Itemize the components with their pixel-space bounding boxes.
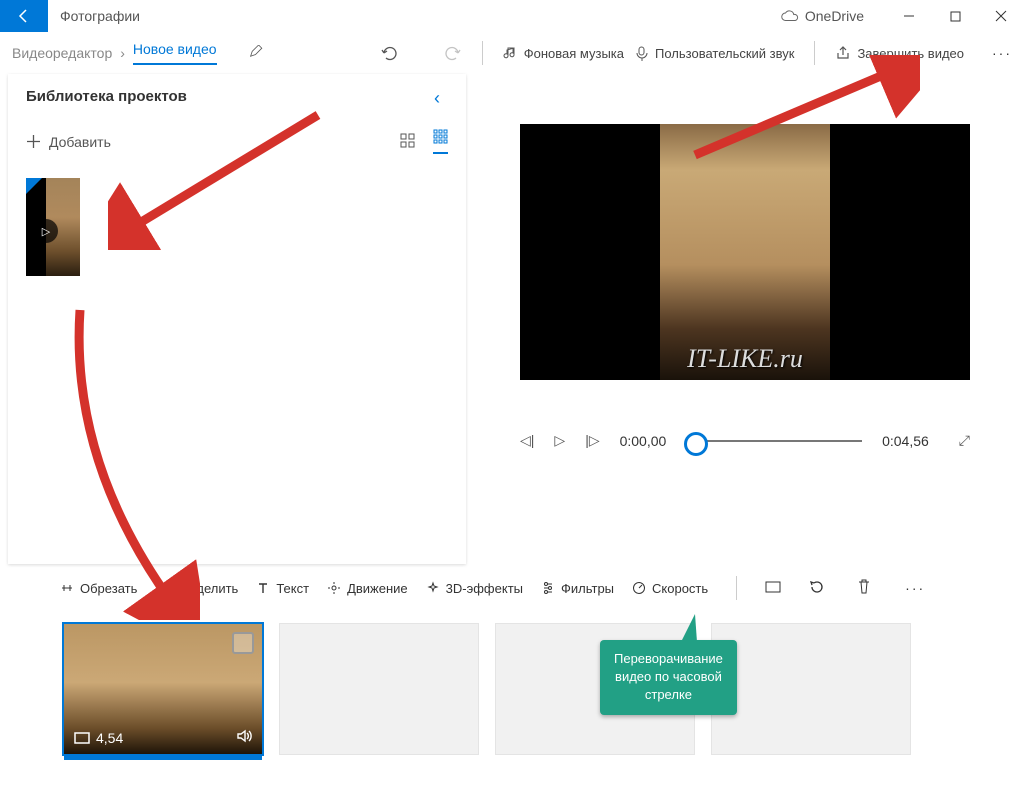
sparkle-icon bbox=[426, 581, 440, 595]
next-frame-button[interactable]: |▷ bbox=[585, 432, 599, 449]
time-total: 0:04,56 bbox=[882, 433, 929, 449]
minimize-button[interactable] bbox=[886, 0, 932, 32]
prev-frame-button[interactable]: ◁| bbox=[520, 432, 534, 449]
3d-effects-button[interactable]: 3D-эффекты bbox=[426, 581, 523, 596]
split-icon bbox=[155, 581, 169, 595]
fullscreen-button[interactable]: ⤢ bbox=[959, 432, 970, 449]
split-button[interactable]: Разделить bbox=[155, 581, 238, 596]
collapse-icon[interactable]: ‹ bbox=[434, 88, 440, 109]
clip-volume-icon[interactable] bbox=[236, 729, 252, 746]
grid-large-icon[interactable] bbox=[400, 133, 415, 151]
breadcrumb-root[interactable]: Видеоредактор bbox=[12, 45, 112, 61]
scrubber[interactable] bbox=[686, 440, 862, 442]
motion-button[interactable]: Движение bbox=[327, 581, 408, 596]
clip-duration: 4,54 bbox=[74, 730, 123, 746]
cloud-icon bbox=[781, 10, 799, 22]
chevron-right-icon: › bbox=[120, 45, 125, 61]
onedrive-label: OneDrive bbox=[805, 8, 864, 24]
speed-icon bbox=[632, 581, 646, 595]
grid-small-icon[interactable] bbox=[433, 129, 448, 154]
plus-icon bbox=[26, 134, 41, 149]
finish-video-button[interactable]: Завершить видео bbox=[835, 45, 964, 61]
more-button[interactable]: ··· bbox=[992, 45, 1012, 61]
arrow-left-icon bbox=[16, 8, 32, 24]
library-title: Библиотека проектов bbox=[26, 88, 448, 105]
undo-icon[interactable] bbox=[380, 44, 398, 62]
title-bar: Фотографии OneDrive bbox=[0, 0, 1024, 32]
watermark: IT-LIKE.ru bbox=[687, 344, 803, 374]
trim-button[interactable]: Обрезать bbox=[60, 581, 137, 596]
trim-icon bbox=[60, 581, 74, 595]
resize-canvas-button[interactable] bbox=[765, 580, 781, 597]
edit-icon[interactable] bbox=[249, 45, 265, 61]
speed-button[interactable]: Скорость bbox=[632, 581, 708, 596]
custom-audio-button[interactable]: Пользовательский звук bbox=[634, 46, 794, 61]
storyboard-clip[interactable]: 4,54 bbox=[64, 624, 262, 754]
preview-pane: IT-LIKE.ru ◁| ▷ |▷ 0:00,00 0:04,56 ⤢ bbox=[466, 74, 1024, 564]
delete-button[interactable] bbox=[857, 579, 871, 597]
player-controls: ◁| ▷ |▷ 0:00,00 0:04,56 ⤢ bbox=[520, 432, 970, 449]
text-button[interactable]: Текст bbox=[256, 581, 309, 596]
breadcrumb: Видеоредактор › Новое видео bbox=[12, 41, 265, 65]
play-button[interactable]: ▷ bbox=[554, 432, 565, 449]
motion-icon bbox=[327, 581, 341, 595]
storyboard-empty-slot[interactable] bbox=[280, 624, 478, 754]
video-preview[interactable]: IT-LIKE.ru bbox=[520, 124, 970, 380]
onedrive-status[interactable]: OneDrive bbox=[781, 8, 864, 24]
text-icon bbox=[256, 581, 270, 595]
frame-icon bbox=[74, 732, 90, 744]
filters-button[interactable]: Фильтры bbox=[541, 581, 614, 596]
close-button[interactable] bbox=[978, 0, 1024, 32]
music-icon bbox=[503, 46, 518, 61]
breadcrumb-current[interactable]: Новое видео bbox=[133, 41, 217, 65]
filters-icon bbox=[541, 581, 555, 595]
maximize-button[interactable] bbox=[932, 0, 978, 32]
clip-edit-toolbar: Обрезать Разделить Текст Движение 3D-эфф… bbox=[0, 568, 1024, 608]
export-icon bbox=[835, 45, 851, 61]
annotation-tooltip: Переворачивание видео по часовой стрелке bbox=[600, 640, 737, 715]
play-overlay-icon: ▷ bbox=[34, 219, 58, 243]
background-music-button[interactable]: Фоновая музыка bbox=[503, 46, 624, 61]
project-library-panel: Библиотека проектов ‹ Добавить ▷ bbox=[8, 74, 466, 564]
mic-icon bbox=[634, 46, 649, 61]
library-clip-thumb[interactable]: ▷ bbox=[26, 178, 80, 276]
clip-more-button[interactable]: ··· bbox=[905, 580, 925, 596]
clip-checkbox[interactable] bbox=[232, 632, 254, 654]
add-media-button[interactable]: Добавить bbox=[26, 134, 111, 150]
storyboard: 4,54 bbox=[0, 608, 1024, 754]
window-controls bbox=[886, 0, 1024, 32]
time-current: 0:00,00 bbox=[620, 433, 667, 449]
main-toolbar: Видеоредактор › Новое видео Фоновая музы… bbox=[0, 32, 1024, 74]
rotate-button[interactable] bbox=[809, 579, 825, 598]
redo-icon[interactable] bbox=[444, 44, 462, 62]
storyboard-empty-slot[interactable] bbox=[712, 624, 910, 754]
app-title: Фотографии bbox=[60, 8, 140, 24]
back-button[interactable] bbox=[0, 0, 48, 32]
